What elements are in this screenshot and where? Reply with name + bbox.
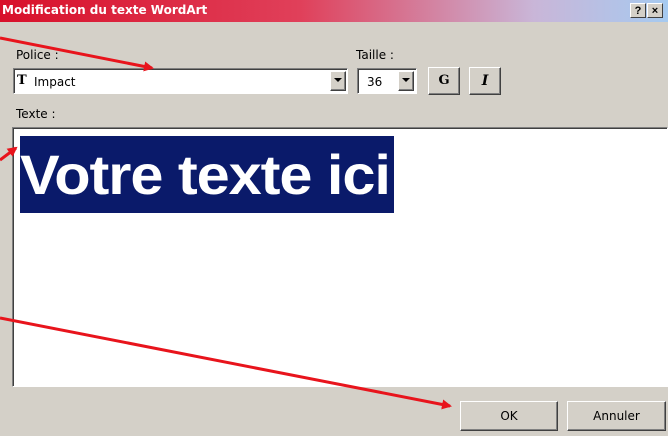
bold-button[interactable]: G (428, 67, 460, 95)
chevron-down-icon (402, 78, 410, 82)
help-button[interactable]: ? (630, 3, 646, 18)
text-label: Texte : (16, 107, 56, 121)
font-dropdown-button[interactable] (330, 71, 346, 91)
cancel-button[interactable]: Annuler (567, 401, 666, 431)
chevron-down-icon (334, 78, 342, 82)
size-dropdown-button[interactable] (398, 71, 414, 91)
font-select[interactable]: T Impact (13, 68, 348, 94)
italic-button[interactable]: I (469, 67, 501, 95)
size-label: Taille : (356, 48, 394, 62)
dialog-title: Modification du texte WordArt (2, 3, 208, 17)
wordart-text-selection[interactable]: Votre texte ici (20, 136, 395, 213)
truetype-font-icon: T (17, 73, 27, 88)
close-button[interactable]: × (647, 3, 663, 18)
font-select-value: Impact (34, 75, 76, 89)
font-label: Police : (16, 48, 59, 62)
size-select[interactable]: 36 (357, 68, 417, 94)
ok-button[interactable]: OK (460, 401, 558, 431)
title-bar: Modification du texte WordArt ? × (0, 0, 668, 22)
size-select-value: 36 (367, 75, 383, 89)
